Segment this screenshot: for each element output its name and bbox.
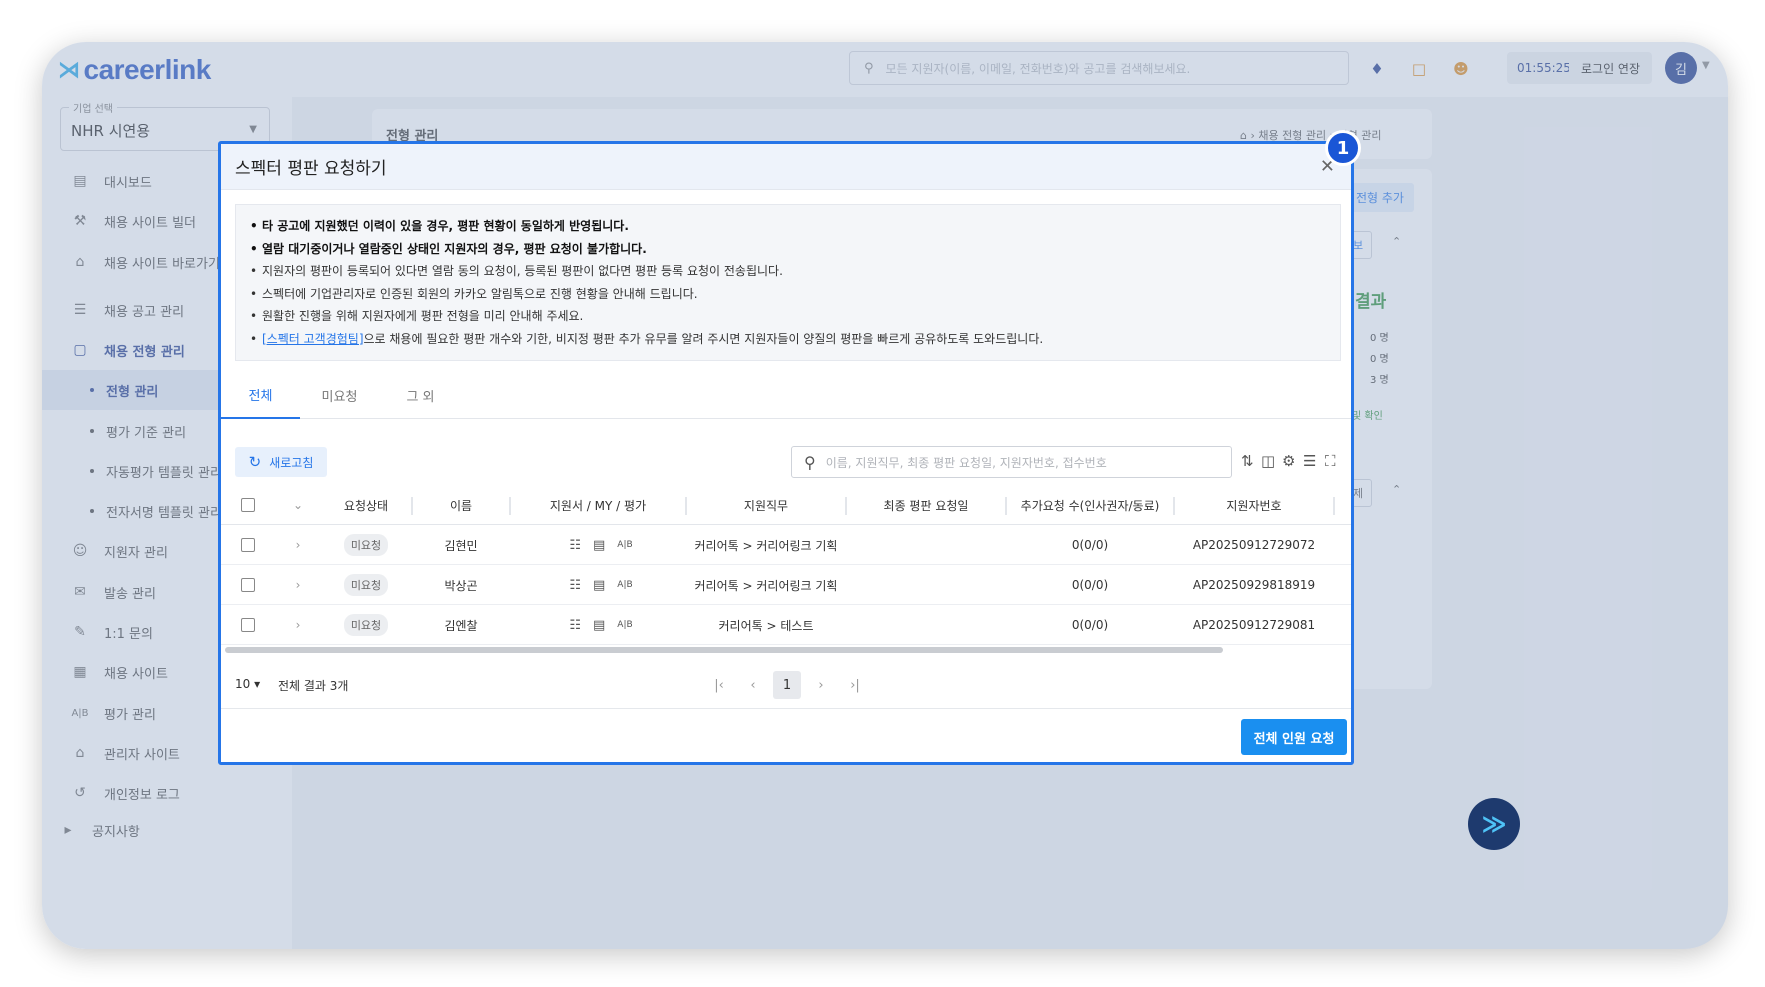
select-all-checkbox[interactable] [233,485,263,525]
reputation-request-modal: 스펙터 평판 요청하기 ✕ 타 공고에 지원했던 이력이 있을 경우, 평판 현… [218,141,1354,765]
search-icon: ⚲ [804,452,816,472]
expand-all-icon[interactable]: ⌄ [283,485,313,525]
column-name[interactable]: 이름 [413,485,509,525]
applicant-name[interactable]: 박상곤 [413,565,509,605]
app-window: ⋊ careerlink ⚲ 모든 지원자(이름, 이메일, 전화번호)와 공고… [42,42,1728,949]
row-checkbox[interactable] [233,525,263,565]
ab-icon[interactable]: A|B [617,580,632,590]
row-checkbox[interactable] [233,565,263,605]
modal-title: 스펙터 평판 요청하기 [235,159,387,179]
notice-item: 지원자의 평판이 등록되어 있다면 열람 동의 요청이, 등록된 평판이 없다면… [250,260,1340,283]
clipboard-icon[interactable]: ▤ [593,618,605,633]
document-icons: ☷ ▤ A|B [541,605,661,645]
applicant-name[interactable]: 김현민 [413,525,509,565]
fullscreen-icon[interactable]: ⛶ [1325,452,1336,470]
column-divider [1333,497,1335,515]
job-cell: 커리어톡 > 커리어링크 기획 [694,578,838,593]
ab-icon[interactable]: A|B [617,540,632,550]
document-icons: ☷ ▤ A|B [541,525,661,565]
last-request-cell [847,605,1005,645]
last-request-cell [847,525,1005,565]
table-row[interactable]: › 미요청 김현민 ☷ ▤ A|B 커리어톡 > 커리어링크 기획 0(0/0)… [221,525,1351,565]
table-row[interactable]: › 미요청 김엔찰 ☷ ▤ A|B 커리어톡 > 테스트 0(0/0) AP20… [221,605,1351,645]
table-row[interactable]: › 미요청 박상곤 ☷ ▤ A|B 커리어톡 > 커리어링크 기획 0(0/0)… [221,565,1351,605]
resume-icon[interactable]: ☷ [569,538,581,553]
last-request-cell [847,565,1005,605]
applicant-id-cell: AP20250929818919 [1192,578,1316,592]
applicant-name[interactable]: 김엔찰 [413,605,509,645]
horizontal-scrollbar[interactable] [225,647,1223,653]
row-checkbox[interactable] [233,605,263,645]
extra-count-cell: 0(0/0) [1071,618,1109,632]
column-status[interactable]: 요청상태 [321,485,411,525]
density-icon[interactable]: ☰ [1303,452,1316,470]
applicant-id-cell: AP20250912729072 [1192,538,1316,552]
extra-count-cell: 0(0/0) [1071,538,1109,552]
chevron-right-icon[interactable]: › [283,565,313,605]
resume-icon[interactable]: ☷ [569,578,581,593]
table-search-input[interactable]: ⚲ 이름, 지원직무, 최종 평판 요청일, 지원자번호, 접수번호 [791,446,1232,478]
column-applicant-id[interactable]: 지원자번호 [1175,485,1333,525]
page-size-select[interactable]: 10 ▾ [235,677,260,691]
step-badge: 1 [1325,130,1361,166]
column-documents[interactable]: 지원서 / MY / 평가 [511,485,685,525]
last-page-icon[interactable]: ›| [841,671,869,699]
total-results: 전체 결과 3개 [278,679,349,693]
next-page-icon[interactable]: › [807,671,835,699]
pagination-bar: 10 ▾ 전체 결과 3개 |‹ ‹ 1 › ›| [221,663,1351,709]
modal-header: 스펙터 평판 요청하기 [221,144,1351,190]
resume-icon[interactable]: ☷ [569,618,581,633]
page-number[interactable]: 1 [773,671,801,699]
prev-page-icon[interactable]: ‹ [739,671,767,699]
notice-item: 타 공고에 지원했던 이력이 있을 경우, 평판 현황이 동일하게 반영됩니다. [250,215,1340,238]
filter-icon[interactable]: ⚙ [1282,452,1295,470]
tab-bar: 전체 미요청 그 외 [221,372,1351,419]
notice-item: [스펙터 고객경험팀]으로 채용에 필요한 평판 개수와 기한, 비지정 평판 … [250,328,1340,351]
chatbot-launcher-icon[interactable]: ≫ [1468,798,1520,850]
ab-icon[interactable]: A|B [617,620,632,630]
tab-all[interactable]: 전체 [221,372,300,419]
status-badge: 미요청 [321,605,411,645]
sort-icon[interactable]: ⇅ [1241,452,1254,470]
extra-count-cell: 0(0/0) [1071,578,1109,592]
refresh-label: 새로고침 [269,455,314,470]
column-extra-requests[interactable]: 추가요청 수(인사권자/동료) [1007,485,1173,525]
request-all-button[interactable]: 전체 인원 요청 [1241,719,1347,755]
column-last-request[interactable]: 최종 평판 요청일 [847,485,1005,525]
columns-icon[interactable]: ◫ [1261,452,1275,470]
clipboard-icon[interactable]: ▤ [593,538,605,553]
notice-item-text: 으로 채용에 필요한 평판 개수와 기한, 비지정 평판 추가 유무를 알려 주… [363,331,1044,346]
notice-item: 열람 대기중이거나 열람중인 상태인 지원자의 경우, 평판 요청이 불가합니다… [250,238,1340,261]
refresh-icon: ↻ [248,453,262,471]
chevron-right-icon[interactable]: › [283,525,313,565]
applicant-id-cell: AP20250912729081 [1192,618,1316,632]
status-badge: 미요청 [321,565,411,605]
notice-box: 타 공고에 지원했던 이력이 있을 경우, 평판 현황이 동일하게 반영됩니다.… [235,204,1341,361]
job-cell: 커리어톡 > 테스트 [718,618,814,633]
notice-item: 원활한 진행을 위해 지원자에게 평판 전형을 미리 안내해 주세요. [250,305,1340,328]
column-job[interactable]: 지원직무 [687,485,845,525]
chevron-right-icon[interactable]: › [283,605,313,645]
first-page-icon[interactable]: |‹ [705,671,733,699]
table-search-placeholder: 이름, 지원직무, 최종 평판 요청일, 지원자번호, 접수번호 [825,455,1107,470]
clipboard-icon[interactable]: ▤ [593,578,605,593]
tab-not-requested[interactable]: 미요청 [300,372,379,419]
refresh-button[interactable]: ↻ 새로고침 [235,447,327,477]
cx-team-link[interactable]: [스펙터 고객경험팀] [262,332,364,346]
tab-others[interactable]: 그 외 [381,372,460,419]
document-icons: ☷ ▤ A|B [541,565,661,605]
table-header: ⌄ 요청상태 이름 지원서 / MY / 평가 지원직무 최종 평판 요청일 추… [221,485,1351,525]
status-badge: 미요청 [321,525,411,565]
job-cell: 커리어톡 > 커리어링크 기획 [694,538,838,553]
notice-item: 스펙터에 기업관리자로 인증된 회원의 카카오 알림톡으로 진행 현황을 안내해… [250,283,1340,306]
